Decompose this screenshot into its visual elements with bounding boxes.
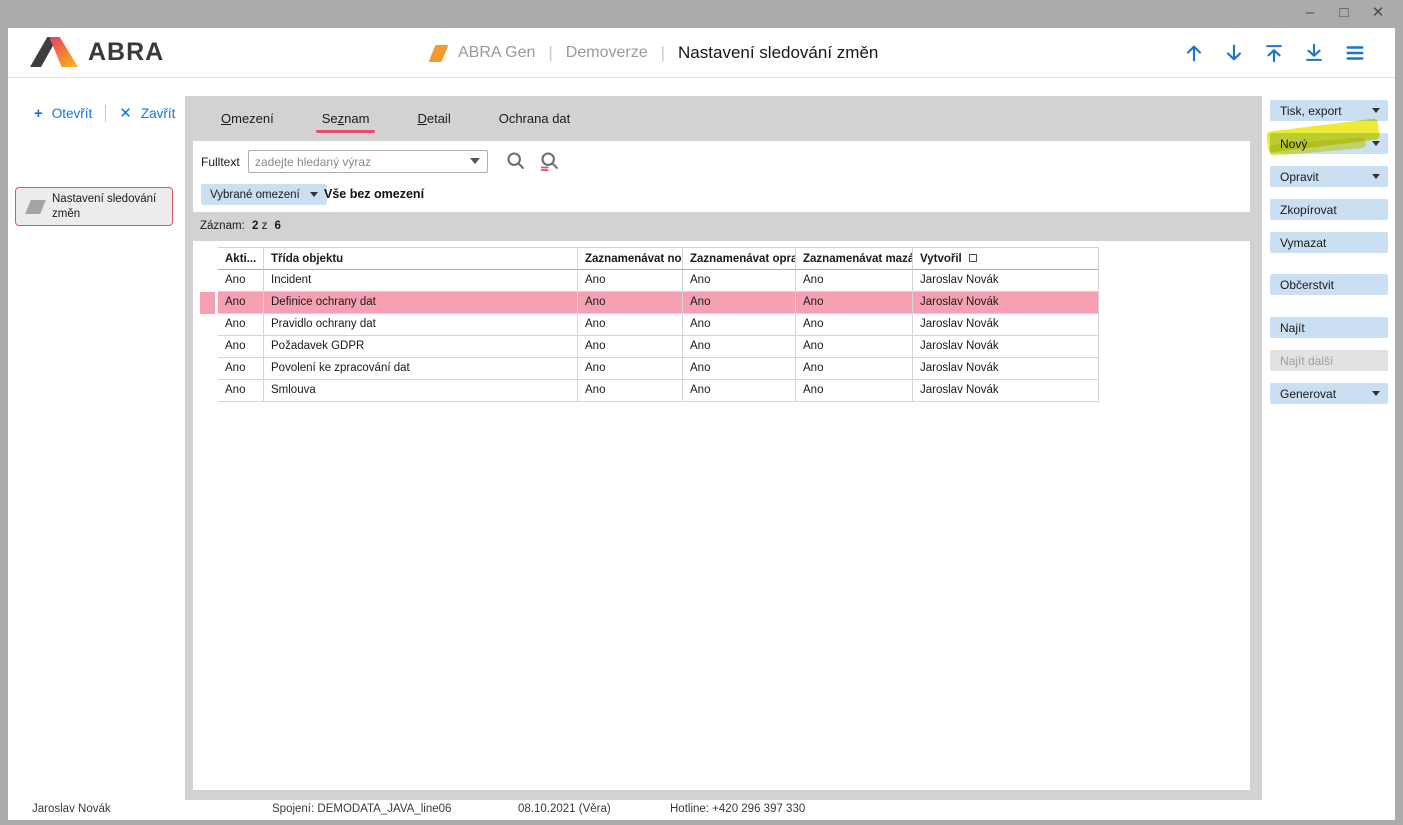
tisk-export-button[interactable]: Tisk, export <box>1270 100 1388 121</box>
fulltext-dropdown-icon[interactable] <box>470 158 480 164</box>
header-nav-icons <box>1183 28 1367 78</box>
sidebar-item-label: Nastavení sledování změn <box>52 192 170 222</box>
vymazat-button[interactable]: Vymazat <box>1270 232 1388 253</box>
najit-dalsi-button: Najít další <box>1270 350 1388 371</box>
maximize-icon[interactable]: □ <box>1335 2 1353 24</box>
fulltext-label: Fulltext <box>201 155 240 169</box>
page-title: Nastavení sledování změn <box>678 43 878 63</box>
record-label: Záznam: <box>200 220 245 232</box>
toolbar-divider <box>105 105 106 122</box>
table-panel: Akti... Třída objektu Zaznamenávat nové … <box>193 241 1250 790</box>
abra-logo-text: ABRA <box>88 38 164 67</box>
column-header-zaznamenavat-opravy[interactable]: Zaznamenávat opravy <box>683 247 796 270</box>
checkbox-icon[interactable] <box>969 254 977 262</box>
left-sidebar: + Otevřít ✕ Zavřít Nastavení sledování z… <box>8 79 185 800</box>
minimize-icon[interactable]: – <box>1301 2 1319 24</box>
app-body: + Otevřít ✕ Zavřít Nastavení sledování z… <box>8 79 1395 800</box>
zkopirovat-button[interactable]: Zkopírovat <box>1270 199 1388 220</box>
restriction-value: Vše bez omezení <box>324 187 424 201</box>
najit-button[interactable]: Najít <box>1270 317 1388 338</box>
table-row[interactable]: Ano Požadavek GDPR Ano Ano Ano Jaroslav … <box>200 336 1099 358</box>
app-window: ABRA ABRA Gen | Demoverze | Nastavení sl… <box>8 28 1395 820</box>
column-header-aktivni[interactable]: Akti... <box>218 247 264 270</box>
status-connection: Spojení: DEMODATA_JAVA_line06 <box>272 803 451 815</box>
chevron-down-icon <box>1372 391 1380 396</box>
record-current: 2 <box>252 220 258 232</box>
row-indicator <box>200 270 215 292</box>
move-down-icon[interactable] <box>1223 42 1245 64</box>
sidebar-item-nastaveni-sledovani-zmen[interactable]: Nastavení sledování změn <box>15 187 173 226</box>
right-sidebar: Tisk, export Nový Opravit Zkopírovat Vym… <box>1262 79 1395 800</box>
tab-omezeni[interactable]: Omezení <box>203 96 292 141</box>
table-row[interactable]: Ano Definice ochrany dat Ano Ano Ano Jar… <box>200 292 1099 314</box>
generovat-button[interactable]: Generovat <box>1270 383 1388 404</box>
row-indicator <box>200 336 215 358</box>
tab-seznam[interactable]: Seznam <box>304 96 388 141</box>
search-icon[interactable] <box>505 150 526 171</box>
chevron-down-icon <box>1372 141 1380 146</box>
app-header: ABRA ABRA Gen | Demoverze | Nastavení sl… <box>8 28 1395 78</box>
restriction-select[interactable]: Vybrané omezení <box>201 184 327 205</box>
status-bar: Jaroslav Novák Spojení: DEMODATA_JAVA_li… <box>8 800 1395 820</box>
tab-bar: Omezení Seznam Detail Ochrana dat <box>185 96 1262 141</box>
abra-logo: ABRA <box>30 37 164 67</box>
table-row[interactable]: Ano Smlouva Ano Ano Ano Jaroslav Novák <box>200 380 1099 402</box>
record-count-bar: Záznam: 2 z 6 <box>185 212 1262 241</box>
tab-detail[interactable]: Detail <box>399 96 468 141</box>
menu-icon[interactable] <box>1343 42 1367 64</box>
move-up-icon[interactable] <box>1183 42 1205 64</box>
os-window-controls: – □ ✕ <box>1301 2 1387 24</box>
search-in-results-icon[interactable] <box>539 150 560 171</box>
fulltext-input[interactable] <box>248 150 488 173</box>
novy-button[interactable]: Nový <box>1270 133 1388 154</box>
table-row[interactable]: Ano Incident Ano Ano Ano Jaroslav Novák <box>200 270 1099 292</box>
window-frame: – □ ✕ ABRA ABRA Gen | Demoverze | Nastav… <box>0 0 1403 825</box>
status-user: Jaroslav Novák <box>32 803 111 815</box>
tab-ochrana-dat[interactable]: Ochrana dat <box>481 96 589 141</box>
filter-panel: Fulltext Vybrané omezení Vše bez omezení <box>193 141 1250 212</box>
table-header-row: Akti... Třída objektu Zaznamenávat nové … <box>200 247 1099 270</box>
row-indicator <box>200 380 215 402</box>
open-plus-icon[interactable]: + <box>34 105 43 122</box>
abra-gen-icon <box>429 45 449 62</box>
record-total: 6 <box>275 220 281 232</box>
column-header-trida-objektu[interactable]: Třída objektu <box>264 247 578 270</box>
central-panel: Omezení Seznam Detail Ochrana dat Fullte… <box>185 96 1262 800</box>
obcerstvit-button[interactable]: Občerstvit <box>1270 274 1388 295</box>
open-button[interactable]: Otevřít <box>52 106 93 121</box>
status-hotline: Hotline: +420 296 397 330 <box>670 803 805 815</box>
close-icon[interactable]: ✕ <box>1369 2 1387 24</box>
row-indicator <box>200 358 215 380</box>
column-header-vytvoril[interactable]: Vytvořil <box>913 247 1099 270</box>
close-x-icon[interactable]: ✕ <box>119 104 132 122</box>
column-header-zaznamenavat-mazani[interactable]: Zaznamenávat mazání <box>796 247 913 270</box>
records-table: Akti... Třída objektu Zaznamenávat nové … <box>200 247 1099 402</box>
row-indicator <box>200 292 215 314</box>
abra-logo-icon <box>30 37 78 67</box>
chevron-down-icon <box>1372 108 1380 113</box>
app-name: ABRA Gen <box>458 44 535 62</box>
close-button[interactable]: Zavřít <box>141 106 176 121</box>
chevron-down-icon <box>310 192 318 197</box>
column-header-zaznamenavat-nove[interactable]: Zaznamenávat nové <box>578 247 683 270</box>
move-last-icon[interactable] <box>1303 42 1325 64</box>
agenda-icon <box>25 200 46 214</box>
breadcrumb: ABRA Gen | Demoverze | Nastavení sledová… <box>432 28 878 78</box>
row-indicator <box>200 314 215 336</box>
opravit-button[interactable]: Opravit <box>1270 166 1388 187</box>
table-row[interactable]: Ano Pravidlo ochrany dat Ano Ano Ano Jar… <box>200 314 1099 336</box>
chevron-down-icon <box>1372 174 1380 179</box>
table-row[interactable]: Ano Povolení ke zpracování dat Ano Ano A… <box>200 358 1099 380</box>
status-date: 08.10.2021 (Věra) <box>518 803 611 815</box>
environment-label: Demoverze <box>566 44 648 62</box>
move-first-icon[interactable] <box>1263 42 1285 64</box>
